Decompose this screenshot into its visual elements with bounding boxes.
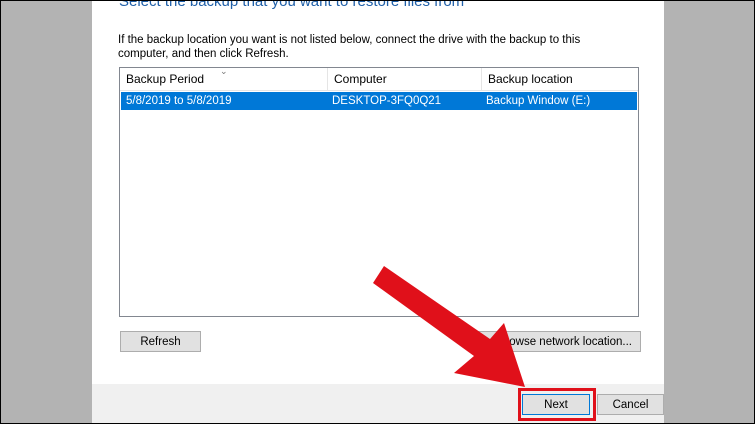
instruction-text: If the backup location you want is not l…	[118, 34, 581, 60]
cell-backup-location: Backup Window (E:)	[486, 95, 591, 107]
browse-network-location-button[interactable]: Browse network location...	[472, 331, 641, 352]
backup-list[interactable]: ⌄ Backup Period Computer Backup location…	[119, 66, 639, 317]
dialog-heading: Select the backup that you want to resto…	[119, 0, 465, 10]
column-label: Computer	[334, 72, 387, 86]
column-header-backup-location[interactable]: Backup location	[481, 68, 638, 90]
next-button-highlight-box	[518, 388, 596, 421]
sort-chevron-down-icon: ⌄	[220, 66, 228, 76]
column-header-computer[interactable]: Computer	[327, 68, 481, 90]
column-label: Backup Period	[126, 72, 205, 86]
refresh-button[interactable]: Refresh	[120, 331, 201, 352]
cancel-button[interactable]: Cancel	[597, 394, 664, 415]
column-header-backup-period[interactable]: ⌄ Backup Period	[120, 66, 327, 90]
cell-computer: DESKTOP-3FQ0Q21	[332, 95, 442, 107]
restore-files-dialog: Select the backup that you want to resto…	[92, 0, 664, 424]
column-label: Backup location	[488, 72, 573, 86]
cell-backup-period: 5/8/2019 to 5/8/2019	[126, 95, 232, 107]
list-header: ⌄ Backup Period Computer Backup location	[120, 66, 638, 91]
table-row-selected[interactable]: 5/8/2019 to 5/8/2019 DESKTOP-3FQ0Q21 Bac…	[121, 92, 637, 110]
